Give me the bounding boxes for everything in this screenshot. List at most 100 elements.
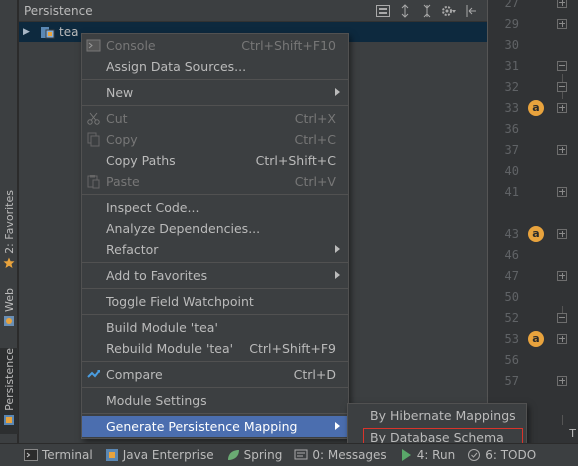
fold-collapse-icon[interactable]	[557, 313, 567, 323]
menu-item-assign-data-sources[interactable]: Assign Data Sources...	[82, 56, 348, 77]
copy-icon	[87, 132, 100, 147]
menu-item-refactor[interactable]: Refactor	[82, 239, 348, 260]
menu-item-console[interactable]: Console Ctrl+Shift+F10	[82, 35, 348, 56]
module-icon	[41, 26, 55, 38]
menu-item-label: Cut	[106, 111, 128, 126]
web-icon	[4, 315, 14, 326]
menu-item-label: Paste	[106, 174, 140, 189]
fold-expand-icon[interactable]	[557, 334, 567, 344]
menu-item-cut[interactable]: Cut Ctrl+X	[82, 108, 348, 129]
menu-item-rebuild-module[interactable]: Rebuild Module 'tea' Ctrl+Shift+F9	[82, 338, 348, 359]
fold-line	[562, 415, 563, 425]
menu-item-label: Build Module 'tea'	[106, 320, 218, 335]
tab-persistence[interactable]: Persistence	[0, 348, 18, 434]
tab-persistence-label: Persistence	[2, 348, 16, 411]
menu-item-add-to-favorites[interactable]: Add to Favorites	[82, 265, 348, 286]
expand-arrow-icon[interactable]: ▶	[23, 27, 41, 37]
menu-item-label: Compare	[106, 367, 163, 382]
menu-item-label: Copy	[106, 132, 138, 147]
tab-web[interactable]: Web	[0, 288, 18, 327]
hide-panel-icon[interactable]	[463, 3, 479, 19]
submenu-arrow-icon	[335, 88, 340, 96]
menu-item-shortcut: Ctrl+X	[294, 111, 336, 126]
tool-java-enterprise[interactable]: Java Enterprise	[105, 448, 214, 462]
tool-run-label: 4: Run	[416, 448, 456, 462]
submenu-arrow-icon	[335, 422, 340, 430]
tool-terminal[interactable]: Terminal	[24, 448, 93, 462]
gutter-line: 41	[487, 182, 578, 203]
expand-all-icon[interactable]	[397, 3, 413, 19]
fold-expand-icon[interactable]	[557, 271, 567, 281]
menu-item-copy[interactable]: Copy Ctrl+C	[82, 129, 348, 150]
gutter-line: 36	[487, 119, 578, 140]
menu-item-label: Generate Persistence Mapping	[106, 419, 298, 434]
tool-spring[interactable]: Spring	[226, 448, 282, 462]
submenu-arrow-icon	[335, 271, 340, 279]
tool-messages[interactable]: 0: Messages	[294, 448, 387, 462]
menu-item-build-module[interactable]: Build Module 'tea'	[82, 317, 348, 338]
line-number: 50	[504, 290, 519, 304]
tab-web-label: Web	[2, 288, 16, 312]
settings-gear-icon[interactable]	[441, 3, 457, 19]
submenu-item-by-hibernate-mappings[interactable]: By Hibernate Mappings	[348, 405, 526, 426]
menu-item-label: Analyze Dependencies...	[106, 221, 261, 236]
fold-expand-icon[interactable]	[557, 187, 567, 197]
gutter-line: 27	[487, 0, 578, 14]
fold-collapse-icon[interactable]	[557, 82, 567, 92]
menu-item-label: Rebuild Module 'tea'	[106, 341, 234, 356]
menu-item-shortcut: Ctrl+Shift+F9	[249, 341, 336, 356]
fold-expand-icon[interactable]	[557, 103, 567, 113]
gutter-line: 40	[487, 161, 578, 182]
gutter-line: 56	[487, 350, 578, 371]
tool-java-enterprise-label: Java Enterprise	[122, 448, 214, 462]
menu-item-label: New	[106, 85, 134, 100]
tool-todo[interactable]: 6: TODO	[467, 448, 536, 462]
context-menu: Console Ctrl+Shift+F10 Assign Data Sourc…	[81, 33, 349, 439]
menu-item-generate-persistence-mapping[interactable]: Generate Persistence Mapping	[82, 416, 348, 437]
collapse-all-icon[interactable]	[419, 3, 435, 19]
menu-item-analyze-dependencies[interactable]: Analyze Dependencies...	[82, 218, 348, 239]
annotation-icon[interactable]: a	[528, 226, 544, 242]
gutter-line: 30	[487, 35, 578, 56]
menu-item-paste[interactable]: Paste Ctrl+V	[82, 171, 348, 192]
menu-item-shortcut: Ctrl+C	[294, 132, 336, 147]
run-icon	[401, 449, 411, 461]
tool-messages-label: 0: Messages	[312, 448, 387, 462]
menu-item-label: Add to Favorites	[106, 268, 208, 283]
bottom-tool-bar: Terminal Java Enterprise Spring 0: Messa…	[0, 443, 578, 466]
fold-collapse-icon[interactable]	[557, 61, 567, 71]
line-number: 52	[504, 311, 519, 325]
tool-run[interactable]: 4: Run	[399, 448, 456, 462]
menu-item-compare[interactable]: Compare Ctrl+D	[82, 364, 348, 385]
panel-title: Persistence	[24, 3, 93, 18]
tab-favorites[interactable]: 2: Favorites	[0, 190, 18, 269]
menu-item-shortcut: Ctrl+V	[294, 174, 336, 189]
fold-expand-icon[interactable]	[557, 19, 567, 29]
menu-separator	[82, 387, 348, 388]
line-number: 36	[504, 122, 519, 136]
annotation-icon[interactable]: a	[528, 100, 544, 116]
menu-separator	[82, 194, 348, 195]
line-number: 41	[504, 185, 519, 199]
menu-separator	[82, 79, 348, 80]
line-number: 29	[504, 17, 519, 31]
annotation-icon[interactable]: a	[528, 331, 544, 347]
menu-item-copy-paths[interactable]: Copy Paths Ctrl+Shift+C	[82, 150, 348, 171]
fold-expand-icon[interactable]	[557, 145, 567, 155]
er-diagram-icon[interactable]	[375, 3, 391, 19]
gutter-line: 57	[487, 371, 578, 392]
fold-expand-icon[interactable]	[557, 376, 567, 386]
fold-expand-icon[interactable]	[557, 0, 567, 8]
gutter-line: 29	[487, 14, 578, 35]
menu-item-toggle-field-watchpoint[interactable]: Toggle Field Watchpoint	[82, 291, 348, 312]
gutter-line: 50	[487, 287, 578, 308]
menu-separator	[82, 314, 348, 315]
menu-item-new[interactable]: New	[82, 82, 348, 103]
menu-item-inspect-code[interactable]: Inspect Code...	[82, 197, 348, 218]
editor-gutter: 27 29 30 31 32 33 a 36 37 40 41 43 a 46 47…	[487, 0, 578, 443]
tree-item-label: tea	[59, 25, 79, 39]
line-number: 56	[504, 353, 519, 367]
menu-item-label: Assign Data Sources...	[106, 59, 247, 74]
fold-expand-icon[interactable]	[557, 229, 567, 239]
menu-item-module-settings[interactable]: Module Settings	[82, 390, 348, 411]
